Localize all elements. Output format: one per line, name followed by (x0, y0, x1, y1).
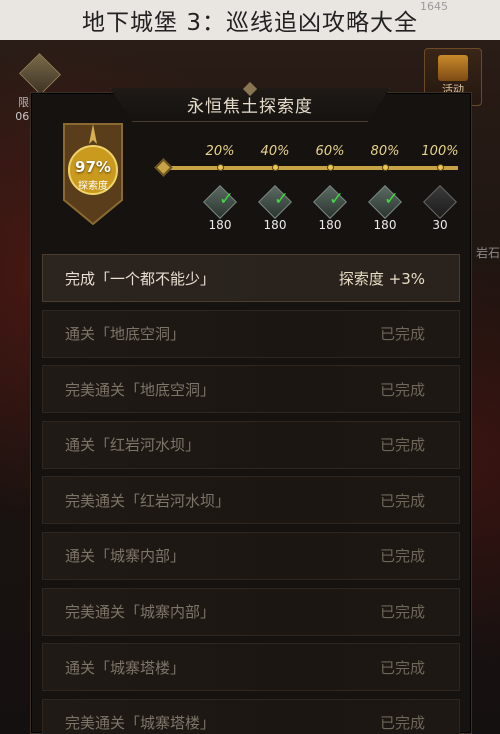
top-edge-number: 1645 (420, 0, 448, 13)
task-name: 完美通关「城寨内部」 (65, 603, 216, 622)
task-row[interactable]: 完美通关「地底空洞」 已完成 (42, 365, 460, 414)
milestone-percent: 80% (370, 144, 400, 159)
task-name: 完美通关「城寨塔楼」 (65, 714, 216, 733)
check-icon: ✓ (218, 188, 234, 210)
milestone-percent: 20% (205, 144, 235, 159)
check-icon: ✓ (273, 188, 289, 210)
exploration-label: 探索度 (78, 181, 108, 192)
milestone-node-icon (326, 164, 334, 171)
task-status: 已完成 (379, 491, 425, 510)
milestone: 20% (195, 144, 245, 171)
reward-count: 30 (432, 218, 448, 232)
task-status: 已完成 (379, 658, 425, 677)
milestone: 100% (415, 144, 465, 171)
task-name: 通关「城寨塔楼」 (65, 658, 186, 677)
reward-count: 180 (373, 218, 397, 232)
reward-count: 180 (208, 218, 232, 232)
reward-item[interactable]: ✓ 180 (255, 185, 295, 232)
exploration-emblem: 97% 探索度 (60, 120, 126, 228)
event-chest-icon (438, 55, 468, 81)
milestone: 60% (305, 144, 355, 171)
check-icon: ✓ (383, 188, 399, 210)
milestone: 80% (360, 144, 410, 171)
reward-crystal-icon: ✓ (203, 185, 237, 219)
task-status: 已完成 (379, 714, 425, 733)
milestone-percent: 60% (315, 144, 345, 159)
task-status: 已完成 (379, 380, 425, 399)
reward-item[interactable]: 30 (420, 185, 460, 232)
milestone-node-icon (381, 164, 389, 171)
task-row[interactable]: 通关「城寨内部」 已完成 (42, 531, 460, 580)
task-name: 通关「地底空洞」 (65, 325, 186, 344)
reward-item[interactable]: ✓ 180 (310, 185, 350, 232)
task-name: 通关「城寨内部」 (65, 547, 186, 566)
task-name: 通关「红岩河水坝」 (65, 436, 201, 455)
milestone: 40% (250, 144, 300, 171)
task-row[interactable]: 通关「红岩河水坝」 已完成 (42, 420, 460, 469)
task-status: 已完成 (379, 436, 425, 455)
exploration-percent: 97% (75, 158, 111, 176)
milestone-node-icon (271, 164, 279, 171)
reward-count: 180 (318, 218, 342, 232)
milestone-node-icon (216, 164, 224, 171)
task-name: 完美通关「地底空洞」 (65, 380, 216, 399)
right-edge-text: 岩石 (475, 246, 500, 260)
banner-title: 地下城堡 3：巡线追凶攻略大全 (82, 10, 418, 36)
task-row[interactable]: 完美通关「城寨内部」 已完成 (42, 587, 460, 636)
milestone-percent: 40% (260, 144, 290, 159)
task-row[interactable]: 完成「一个都不能少」 探索度 +3% (42, 254, 460, 302)
task-status: 已完成 (379, 325, 425, 344)
task-row[interactable]: 完美通关「红岩河水坝」 已完成 (42, 476, 460, 525)
check-icon: ✓ (328, 188, 344, 210)
task-name: 完成「一个都不能少」 (65, 269, 216, 288)
task-row[interactable]: 通关「城寨塔楼」 已完成 (42, 643, 460, 692)
task-row[interactable]: 完美通关「城寨塔楼」 已完成 (42, 698, 460, 734)
task-status: 已完成 (379, 603, 425, 622)
task-name: 完美通关「红岩河水坝」 (65, 491, 231, 510)
reward-item[interactable]: ✓ 180 (365, 185, 405, 232)
task-row[interactable]: 通关「地底空洞」 已完成 (42, 309, 460, 358)
reward-crystal-icon: ✓ (313, 185, 347, 219)
reward-crystal-icon: ✓ (368, 185, 402, 219)
task-list: 完成「一个都不能少」 探索度 +3% 通关「地底空洞」 已完成 完美通关「地底空洞」 已完… (42, 254, 460, 734)
task-status: 已完成 (379, 547, 425, 566)
reward-count: 180 (263, 218, 287, 232)
milestone-node-icon (436, 164, 444, 171)
gift-box-icon (19, 53, 61, 95)
reward-crystal-icon (423, 185, 457, 219)
reward-crystal-icon: ✓ (258, 185, 292, 219)
milestone-percent: 100% (421, 144, 459, 159)
reward-item[interactable]: ✓ 180 (200, 185, 240, 232)
task-status: 探索度 +3% (338, 269, 425, 288)
